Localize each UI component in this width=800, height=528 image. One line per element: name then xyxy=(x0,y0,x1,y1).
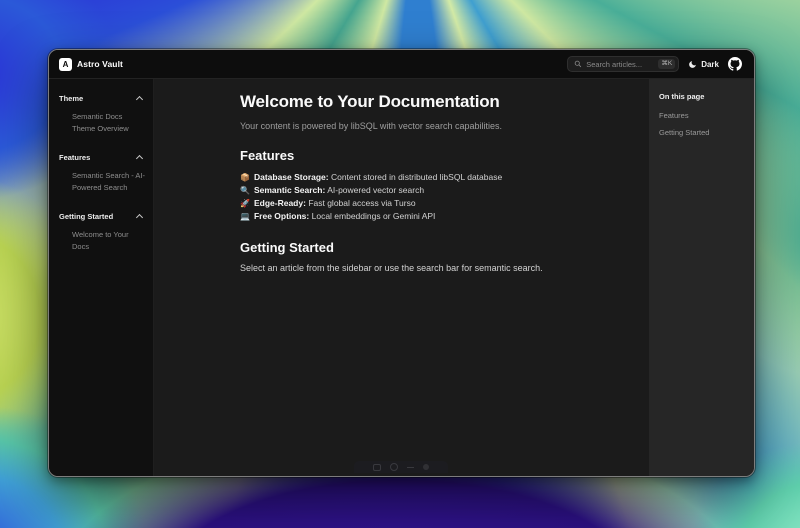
getting-started-heading: Getting Started xyxy=(240,240,609,255)
chevron-up-icon xyxy=(136,96,143,103)
desktop-wallpaper: A Astro Vault ⌘K Dark xyxy=(0,0,800,528)
sidebar-section: Getting Started Welcome to Your Docs xyxy=(59,212,145,254)
app-window: A Astro Vault ⌘K Dark xyxy=(48,49,755,477)
toc-link-features[interactable]: Features xyxy=(659,111,744,120)
sidebar-section-label: Getting Started xyxy=(59,212,113,221)
features-list: 📦 Database Storage: Content stored in di… xyxy=(240,171,609,223)
toc-link-getting-started[interactable]: Getting Started xyxy=(659,128,744,137)
search-shortcut-badge: ⌘K xyxy=(658,59,675,70)
header-actions: ⌘K Dark xyxy=(567,56,742,72)
window-body: Theme Semantic Docs Theme Overview Featu… xyxy=(49,79,754,476)
theme-toggle-button[interactable]: Dark xyxy=(688,60,719,69)
theme-toggle-label: Dark xyxy=(701,60,719,69)
dock-app-icon xyxy=(407,467,414,468)
dock-hint[interactable] xyxy=(354,461,448,473)
feature-item-database-storage: 📦 Database Storage: Content stored in di… xyxy=(240,171,609,184)
chevron-up-icon xyxy=(136,213,143,220)
feature-item-free-options: 💻 Free Options: Local embeddings or Gemi… xyxy=(240,210,609,223)
page-title: Welcome to Your Documentation xyxy=(240,92,609,112)
search-box[interactable]: ⌘K xyxy=(567,56,679,72)
features-heading: Features xyxy=(240,148,609,163)
sidebar-section-features[interactable]: Features xyxy=(59,153,145,162)
search-input[interactable] xyxy=(586,60,654,69)
feature-label: Edge-Ready: xyxy=(254,198,306,208)
feature-label: Free Options: xyxy=(254,211,309,221)
sidebar-nav: Theme Semantic Docs Theme Overview Featu… xyxy=(49,79,154,476)
chevron-up-icon xyxy=(136,155,143,162)
rocket-emoji-icon: 🚀 xyxy=(240,197,250,210)
feature-text: Local embeddings or Gemini API xyxy=(312,211,436,221)
search-icon xyxy=(574,60,582,68)
app-header: A Astro Vault ⌘K Dark xyxy=(49,50,754,79)
laptop-emoji-icon: 💻 xyxy=(240,210,250,223)
dock-app-icon xyxy=(423,464,429,470)
sidebar-section-label: Theme xyxy=(59,94,83,103)
main-content: Welcome to Your Documentation Your conte… xyxy=(154,79,649,476)
package-emoji-icon: 📦 xyxy=(240,171,250,184)
feature-label: Semantic Search: xyxy=(254,185,325,195)
github-icon[interactable] xyxy=(728,57,742,71)
feature-text: AI-powered vector search xyxy=(327,185,424,195)
feature-item-edge-ready: 🚀 Edge-Ready: Fast global access via Tur… xyxy=(240,197,609,210)
sidebar-section: Theme Semantic Docs Theme Overview xyxy=(59,94,145,136)
dock-app-icon xyxy=(390,463,398,471)
feature-text: Fast global access via Turso xyxy=(308,198,415,208)
sidebar-item-welcome-to-your-docs[interactable]: Welcome to Your Docs xyxy=(59,229,145,254)
dock-app-icon xyxy=(373,464,381,471)
sidebar-item-semantic-docs-theme-overview[interactable]: Semantic Docs Theme Overview xyxy=(59,111,145,136)
feature-label: Database Storage: xyxy=(254,172,329,182)
brand-home-link[interactable]: A Astro Vault xyxy=(59,58,123,71)
brand-name: Astro Vault xyxy=(77,59,123,69)
sidebar-section-label: Features xyxy=(59,153,90,162)
moon-icon xyxy=(688,60,697,69)
on-this-page-panel: On this page Features Getting Started xyxy=(649,79,754,476)
sidebar-item-semantic-search[interactable]: Semantic Search - AI-Powered Search xyxy=(59,170,145,195)
sidebar-section-theme[interactable]: Theme xyxy=(59,94,145,103)
feature-text: Content stored in distributed libSQL dat… xyxy=(331,172,502,182)
app-logo-icon: A xyxy=(59,58,72,71)
page-intro: Your content is powered by libSQL with v… xyxy=(240,121,609,131)
feature-item-semantic-search: 🔍 Semantic Search: AI-powered vector sea… xyxy=(240,184,609,197)
on-this-page-title: On this page xyxy=(659,92,744,101)
sidebar-section-getting-started[interactable]: Getting Started xyxy=(59,212,145,221)
getting-started-text: Select an article from the sidebar or us… xyxy=(240,263,609,273)
magnifier-emoji-icon: 🔍 xyxy=(240,184,250,197)
sidebar-section: Features Semantic Search - AI-Powered Se… xyxy=(59,153,145,195)
